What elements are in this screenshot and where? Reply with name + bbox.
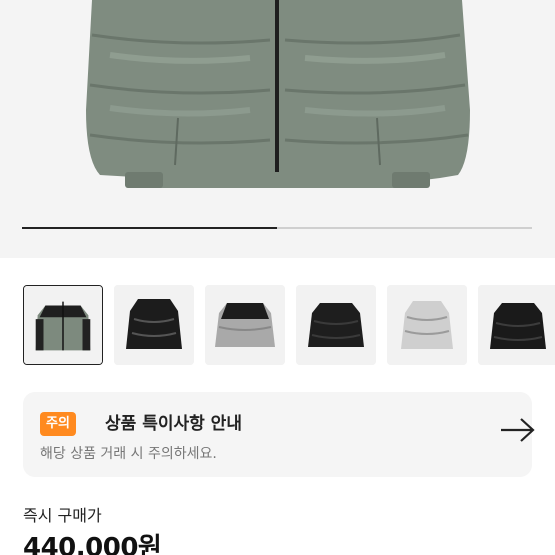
product-image-gallery[interactable] [0, 0, 555, 258]
thumb-silver-puffer[interactable] [387, 285, 467, 365]
thumb-green-black-puffer[interactable] [23, 285, 103, 365]
notice-title: 상품 특이사항 안내 [105, 414, 242, 434]
gallery-progress-fill [22, 227, 277, 229]
thumb-glossy-black-puffer[interactable] [114, 285, 194, 365]
thumb-black-puffer[interactable] [296, 285, 376, 365]
thumbnail-strip[interactable] [0, 285, 555, 369]
notice-subtitle: 해당 상품 거래 시 주의하세요. [40, 446, 217, 462]
instant-buy-label: 즉시 구매가 [23, 506, 102, 525]
arrow-right-icon[interactable] [497, 416, 537, 444]
product-main-image [0, 0, 555, 258]
gallery-progress-bar [22, 227, 532, 229]
instant-buy-price: 440,000원 [23, 533, 162, 555]
caution-badge: 주의 [40, 412, 76, 436]
caution-notice-card[interactable]: 주의 상품 특이사항 안내 해당 상품 거래 시 주의하세요. [23, 392, 535, 477]
thumb-black-puffer-2[interactable] [478, 285, 555, 365]
thumb-grey-black-puffer[interactable] [205, 285, 285, 365]
